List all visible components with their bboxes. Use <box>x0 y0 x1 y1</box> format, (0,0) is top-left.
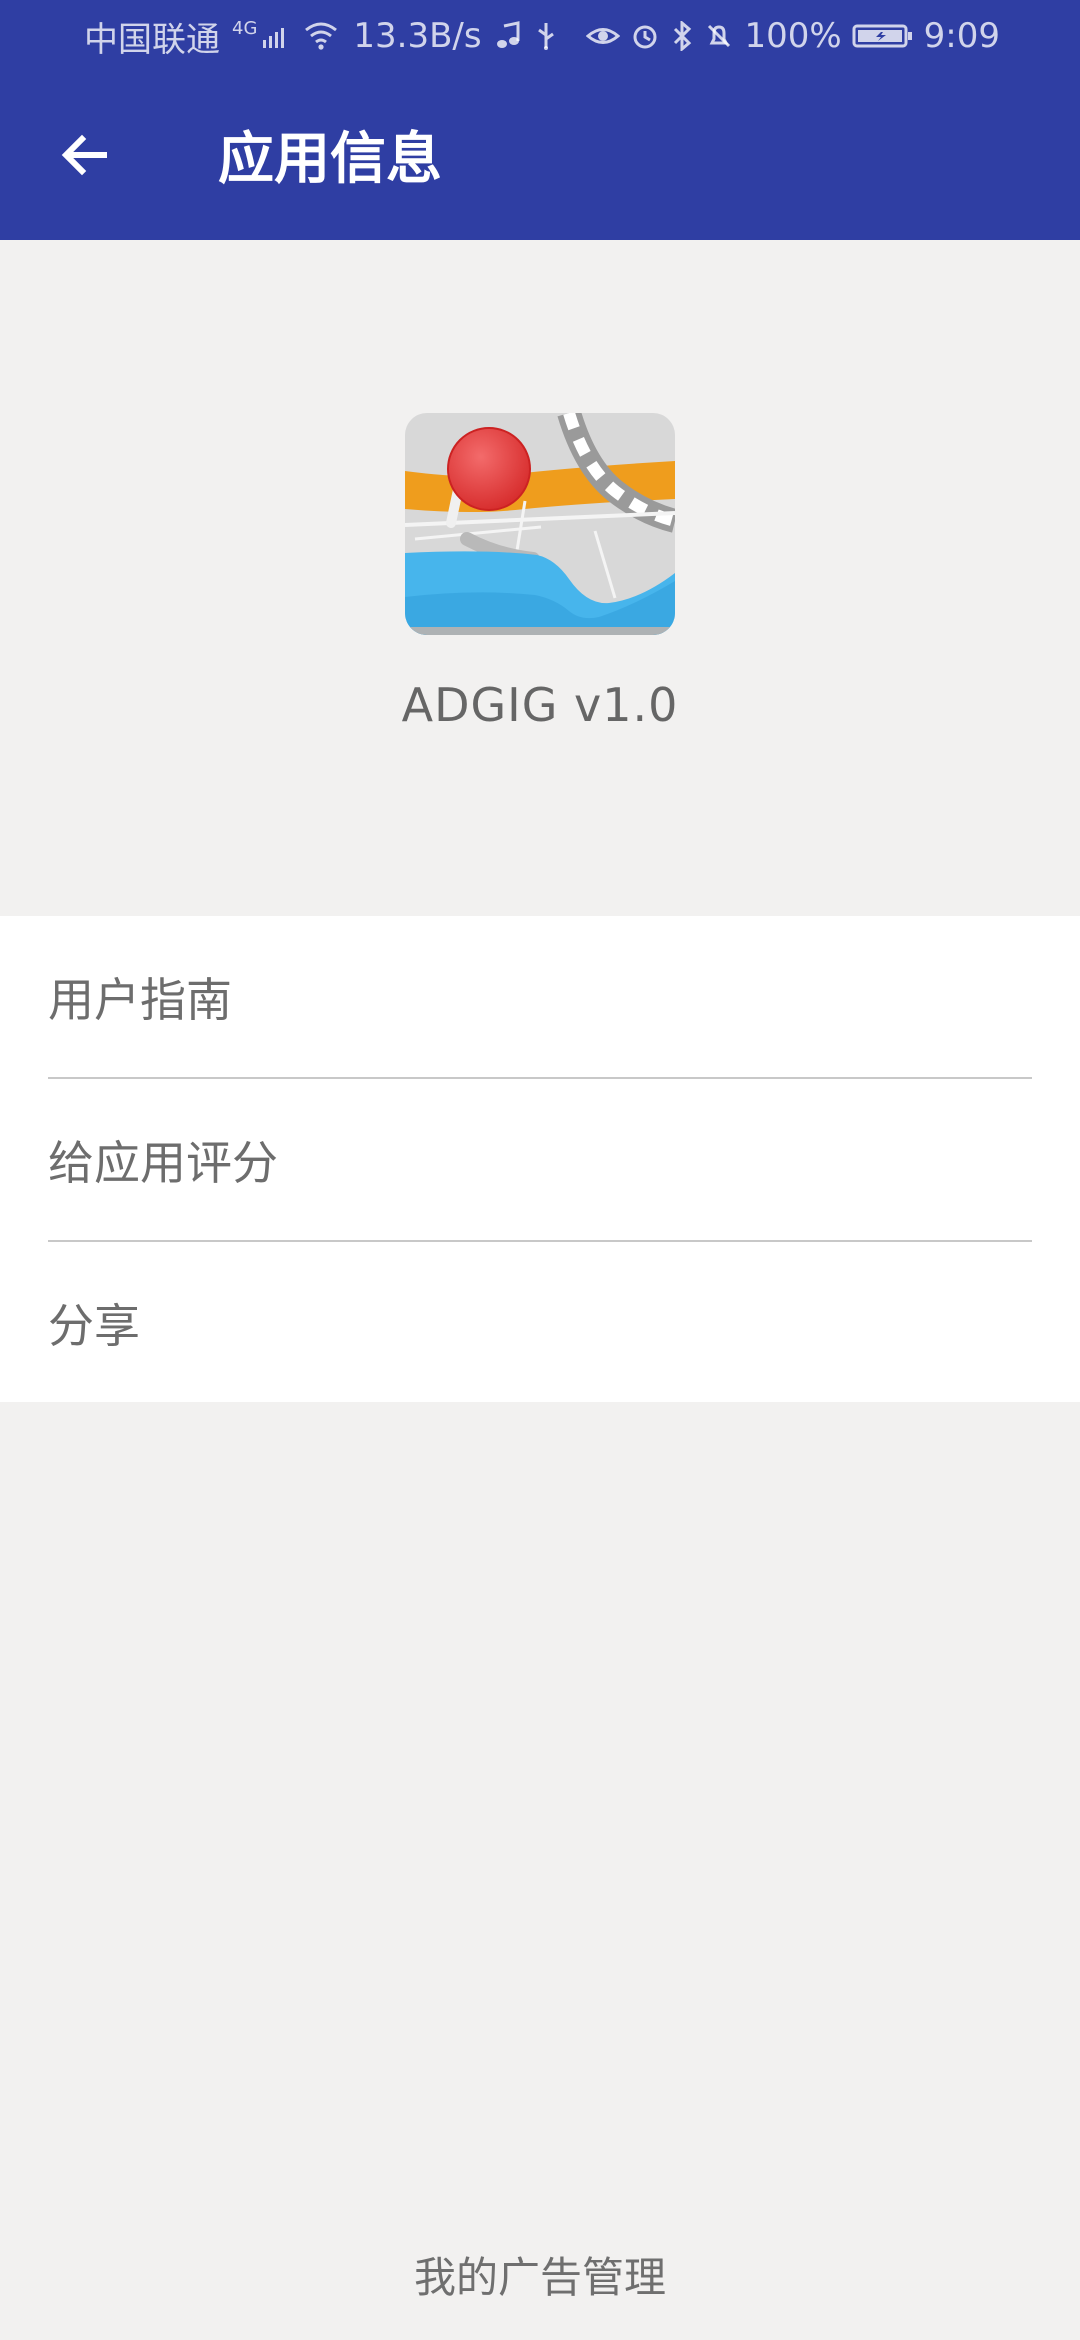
alarm-icon <box>633 25 657 49</box>
music-icon <box>496 21 520 48</box>
menu-item-share[interactable]: 分享 <box>0 1242 1080 1403</box>
menu-item-rate-app[interactable]: 给应用评分 <box>0 1079 1080 1240</box>
back-button[interactable] <box>50 120 120 190</box>
menu-item-user-guide[interactable]: 用户指南 <box>0 916 1080 1077</box>
app-name-version: ADGIG v1.0 <box>401 678 679 732</box>
bell-off-icon <box>708 24 731 48</box>
network-badge: 4G <box>232 17 258 39</box>
settings-menu: 用户指南 给应用评分 分享 <box>0 916 1080 1402</box>
toolbar: 应用信息 <box>0 72 1080 240</box>
usb-icon <box>537 23 554 50</box>
signal-icon <box>263 28 285 48</box>
wifi-icon <box>305 22 338 50</box>
bluetooth-icon <box>674 21 692 51</box>
battery-icon <box>852 24 912 48</box>
app-bar: 中国联通 4G 13.3B/s 100% 9:09 应用信息 <box>0 0 1080 240</box>
network-speed: 13.3B/s <box>353 16 482 56</box>
page-title: 应用信息 <box>218 127 442 192</box>
clock-time: 9:09 <box>923 16 1000 56</box>
back-arrow-icon <box>61 134 107 176</box>
app-info-screen: 中国联通 4G 13.3B/s 100% 9:09 应用信息 ADGIG v1.… <box>0 0 1080 2340</box>
map-pin-icon <box>405 413 675 635</box>
status-right: 100% 9:09 <box>586 16 1000 56</box>
battery-percent: 100% <box>744 16 842 56</box>
carrier-label: 中国联通 <box>84 19 220 60</box>
status-bar: 中国联通 4G 13.3B/s 100% 9:09 <box>0 0 1080 72</box>
status-left: 中国联通 4G 13.3B/s <box>84 12 558 61</box>
ad-management-link[interactable]: 我的广告管理 <box>0 2244 1080 2305</box>
eye-icon <box>586 28 621 44</box>
app-summary: ADGIG v1.0 <box>0 240 1080 916</box>
